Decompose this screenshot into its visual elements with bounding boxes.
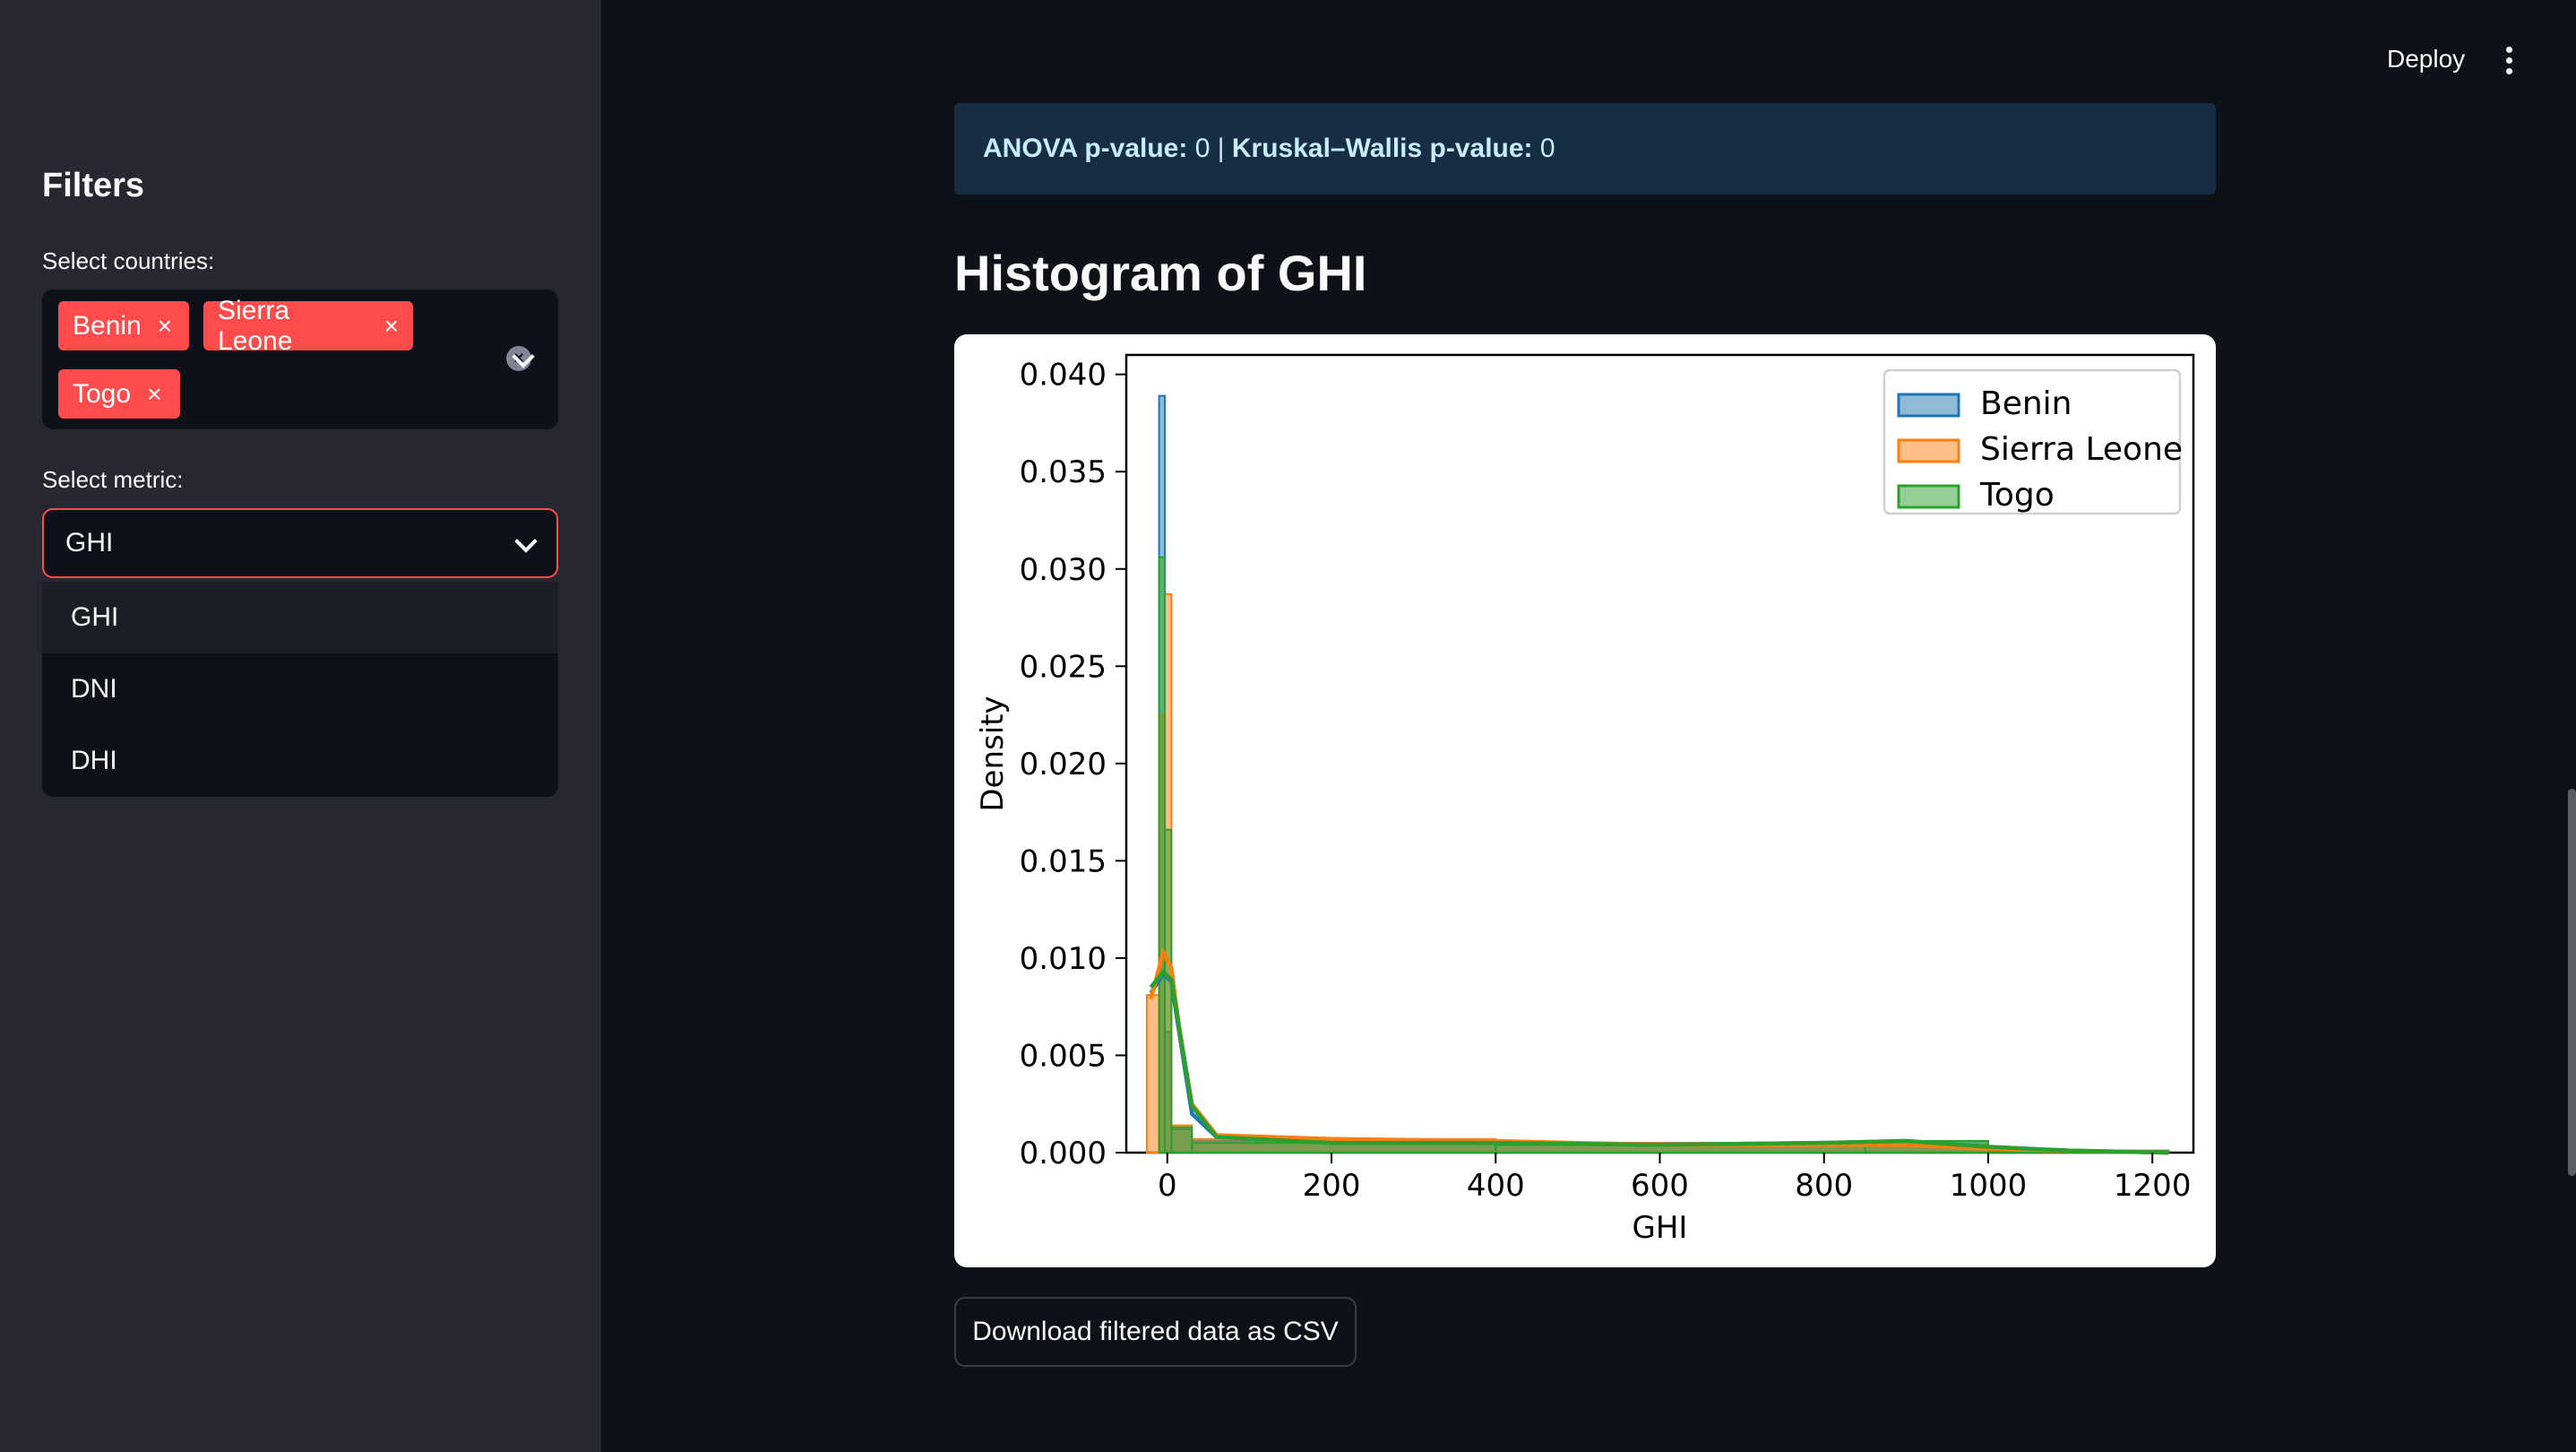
histogram-bar: [1164, 828, 1173, 1154]
histogram-bar: [1145, 994, 1160, 1154]
y-tick-label: 0.000: [1020, 1136, 1107, 1171]
y-tick-label: 0.035: [1020, 454, 1107, 490]
histogram-svg: 0 200 400 600 800 1000 1200 0.000 0.005 0.010 0.01…: [975, 353, 2195, 1246]
close-icon[interactable]: ×: [158, 313, 172, 339]
metric-option-dni[interactable]: DNI: [42, 653, 558, 725]
x-tick-label: 200: [1303, 1168, 1361, 1204]
countries-label: Select countries:: [42, 247, 215, 274]
deploy-button[interactable]: Deploy: [2387, 45, 2465, 73]
country-tag-label: Togo: [73, 378, 132, 409]
legend-swatch: [1897, 484, 1960, 509]
y-tick-label: 0.005: [1020, 1038, 1107, 1074]
page-scrollbar[interactable]: [2568, 789, 2576, 1176]
y-tick-label: 0.040: [1020, 358, 1107, 393]
stats-separator: |: [1217, 134, 1225, 163]
stats-info-box: ANOVA p-value: 0 | Kruskal–Wallis p-valu…: [954, 103, 2216, 194]
x-tick-label: 0: [1158, 1168, 1177, 1204]
close-icon[interactable]: ×: [147, 381, 161, 407]
anova-label: ANOVA p-value:: [983, 134, 1188, 163]
histogram-chart: 0 200 400 600 800 1000 1200 0.000 0.005 0.010 0.01…: [954, 334, 2216, 1267]
kde-line: [1149, 968, 2169, 1155]
country-tag-sierra-leone[interactable]: Sierra Leone ×: [203, 296, 413, 356]
x-tick-label: 400: [1467, 1168, 1525, 1204]
y-tick-label: 0.010: [1020, 941, 1107, 977]
legend-swatch: [1897, 438, 1960, 463]
y-tick-label: 0.020: [1020, 747, 1107, 782]
kde-line: [1149, 970, 2169, 1155]
y-axis-label: Density: [975, 696, 1011, 811]
histogram-bar: [1170, 1126, 1193, 1154]
country-tag-label: Sierra Leone: [218, 295, 293, 356]
x-axis-label: GHI: [1633, 1210, 1688, 1246]
country-tag-togo[interactable]: Togo ×: [58, 369, 180, 419]
y-tick-label: 0.030: [1020, 552, 1107, 588]
kde-line: [1149, 946, 2169, 1155]
x-tick-label: 1200: [2114, 1168, 2192, 1204]
kruskal-label: Kruskal–Wallis p-value:: [1231, 134, 1533, 163]
metric-select[interactable]: GHI: [42, 508, 558, 578]
x-tick-label: 1000: [1950, 1168, 2028, 1204]
anova-value: 0: [1194, 134, 1210, 163]
kebab-menu-icon[interactable]: [2506, 47, 2513, 75]
metric-dropdown: GHI DNI DHI: [42, 582, 558, 797]
metric-label: Select metric:: [42, 466, 184, 493]
country-tag-label: Benin: [73, 310, 142, 341]
legend-label: Sierra Leone: [1980, 431, 2183, 468]
legend-label: Togo: [1979, 477, 2055, 514]
metric-option-dhi[interactable]: DHI: [42, 725, 558, 797]
chevron-down-icon[interactable]: [514, 530, 538, 553]
x-tick-label: 800: [1795, 1168, 1853, 1204]
sidebar: Filters Select countries: Benin × Sierra…: [0, 0, 601, 1452]
x-tick-label: 600: [1631, 1168, 1689, 1204]
metric-select-value: GHI: [65, 528, 114, 557]
close-icon[interactable]: ×: [384, 313, 399, 339]
sidebar-title: Filters: [42, 167, 145, 204]
metric-option-ghi[interactable]: GHI: [42, 582, 558, 653]
legend-swatch: [1897, 393, 1960, 418]
y-tick-label: 0.025: [1020, 649, 1107, 685]
download-csv-button[interactable]: Download filtered data as CSV: [954, 1297, 1357, 1367]
country-tag-benin[interactable]: Benin ×: [58, 301, 189, 350]
kruskal-value: 0: [1539, 134, 1555, 163]
section-title: Histogram of GHI: [954, 245, 1367, 301]
y-tick-label: 0.015: [1020, 843, 1107, 879]
countries-multiselect[interactable]: Benin × Sierra Leone × Togo × ×: [42, 290, 558, 429]
legend-label: Benin: [1980, 385, 2072, 422]
